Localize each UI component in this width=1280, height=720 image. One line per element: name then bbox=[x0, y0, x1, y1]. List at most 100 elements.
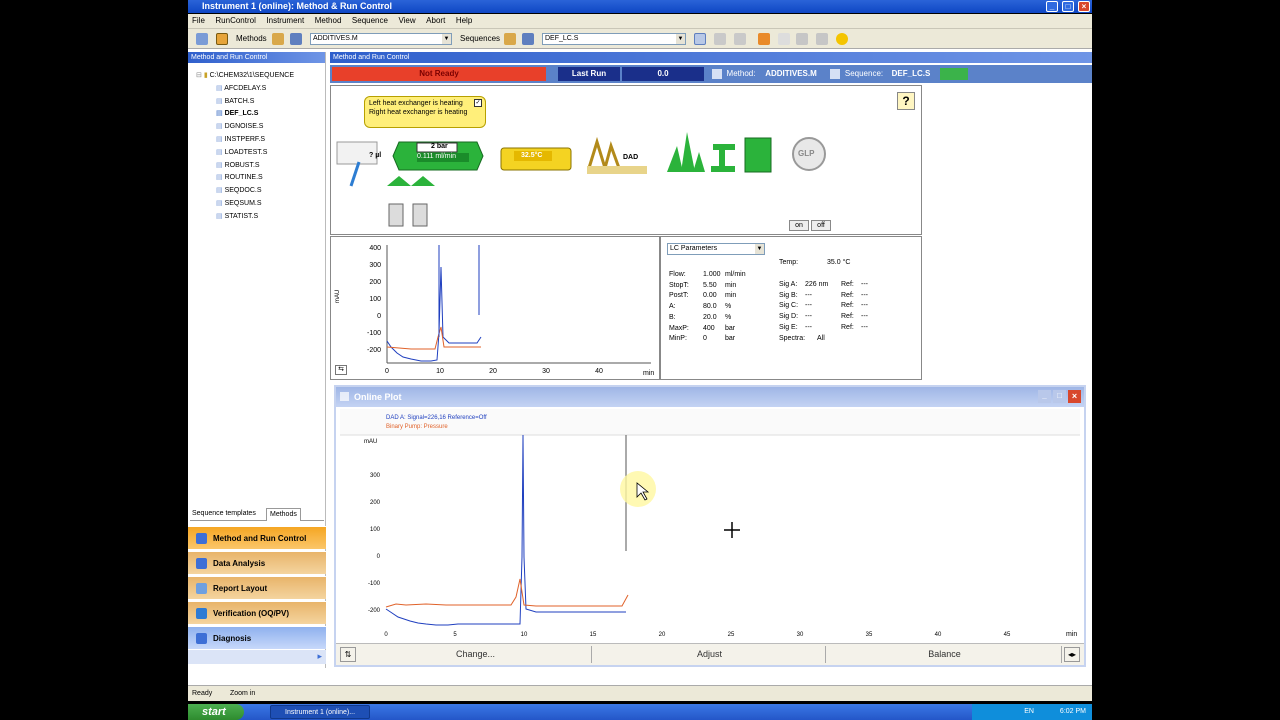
online-plot-svg: DAD A: Signal=226,16 Reference=Off Binar… bbox=[340, 409, 1080, 638]
chevron-down-icon[interactable]: ▼ bbox=[676, 34, 685, 44]
methods-label: Methods bbox=[236, 34, 267, 43]
tree-item[interactable]: ▤ SEQDOC.S bbox=[196, 185, 294, 198]
tree-item[interactable]: ▤ AFCDELAY.S bbox=[196, 83, 294, 96]
chevron-right-icon[interactable]: ▸ bbox=[317, 651, 322, 662]
online-x-tick-label: 25 bbox=[728, 632, 735, 638]
tree-item[interactable]: ▤ BATCH.S bbox=[196, 96, 294, 109]
close-button[interactable]: × bbox=[1068, 390, 1081, 403]
tab-sequence-templates[interactable]: Sequence templates bbox=[192, 510, 256, 517]
menu-method[interactable]: Method bbox=[311, 14, 346, 27]
parameters-select-value: LC Parameters bbox=[670, 245, 718, 252]
lightbulb-icon[interactable] bbox=[836, 33, 848, 45]
maximize-button[interactable]: □ bbox=[1053, 390, 1066, 403]
mini-pressure-trace bbox=[386, 326, 481, 350]
panel-tabs: Sequence templates Methods bbox=[190, 508, 324, 521]
nav-report-layout[interactable]: Report Layout bbox=[188, 576, 326, 599]
file-icon: ▤ bbox=[216, 174, 223, 182]
nav-diagnosis[interactable]: Diagnosis bbox=[188, 626, 326, 649]
tree-root[interactable]: ⊟ ▮ C:\CHEM32\1\SEQUENCE bbox=[196, 70, 294, 83]
tree-item[interactable]: ▤ SEQSUM.S bbox=[196, 198, 294, 211]
balance-button[interactable]: Balance bbox=[828, 646, 1062, 663]
change-button[interactable]: Change... bbox=[360, 646, 592, 663]
tree-item-selected[interactable]: ▤ DEF_LC.S bbox=[196, 108, 294, 121]
tree-item[interactable]: ▤ DGNOISE.S bbox=[196, 121, 294, 134]
tree-item[interactable]: ▤ INSTPERF.S bbox=[196, 134, 294, 147]
tree-item[interactable]: ▤ LOADTEST.S bbox=[196, 147, 294, 160]
method-view-icon[interactable] bbox=[216, 33, 228, 45]
load-sequence-icon[interactable] bbox=[504, 33, 516, 45]
tree-item[interactable]: ▤ ROUTINE.S bbox=[196, 172, 294, 185]
mini-y-tick-label: 300 bbox=[369, 262, 381, 269]
file-icon: ▤ bbox=[216, 199, 223, 207]
signal-ref-value: --- bbox=[861, 302, 868, 310]
on-button[interactable]: on bbox=[789, 220, 809, 231]
save-method-icon[interactable] bbox=[290, 33, 302, 45]
save-sequence-icon[interactable] bbox=[522, 33, 534, 45]
edit-icon[interactable] bbox=[816, 33, 828, 45]
resize-icon[interactable]: ◂▸ bbox=[1064, 647, 1080, 662]
menu-file[interactable]: File bbox=[188, 14, 209, 27]
adjust-button[interactable]: Adjust bbox=[594, 646, 826, 663]
last-run-label: Last Run bbox=[558, 67, 620, 81]
taskbar-item[interactable]: Instrument 1 (online)... bbox=[270, 705, 370, 719]
chevron-down-icon[interactable]: ▼ bbox=[755, 244, 764, 254]
nav-method-run-control[interactable]: Method and Run Control bbox=[188, 526, 326, 549]
online-x-tick-label: 40 bbox=[935, 632, 942, 638]
scroll-toggle-icon[interactable]: ⇅ bbox=[340, 647, 356, 662]
menu-runcontrol[interactable]: RunControl bbox=[211, 14, 259, 27]
menu-instrument[interactable]: Instrument bbox=[262, 14, 308, 27]
online-x-tick-label: 35 bbox=[866, 632, 873, 638]
minimize-button[interactable]: _ bbox=[1046, 1, 1058, 12]
tree-item[interactable]: ▤ ROBUST.S bbox=[196, 160, 294, 173]
menu-help[interactable]: Help bbox=[452, 14, 476, 27]
nav-label: Report Layout bbox=[213, 584, 268, 593]
tree-item[interactable]: ▤ STATIST.S bbox=[196, 211, 294, 224]
menu-view[interactable]: View bbox=[394, 14, 419, 27]
online-x-tick-label: 20 bbox=[659, 632, 666, 638]
nav-verification[interactable]: Verification (OQ/PV) bbox=[188, 601, 326, 624]
parameters-select[interactable]: LC Parameters ▼ bbox=[667, 243, 765, 255]
legend-pressure: Binary Pump: Pressure bbox=[386, 424, 448, 430]
mini-chromatogram: mAU 400 300 200 100 0 -100 -200 0 10 20 30 40 min … bbox=[330, 236, 660, 380]
file-icon: ▤ bbox=[216, 97, 223, 105]
expand-icon[interactable]: ⇆ bbox=[335, 365, 347, 375]
print-icon[interactable] bbox=[796, 33, 808, 45]
run-icon[interactable] bbox=[758, 33, 770, 45]
menu-sequence[interactable]: Sequence bbox=[348, 14, 392, 27]
view-icon[interactable] bbox=[196, 33, 208, 45]
mini-y-tick-label: 200 bbox=[369, 279, 381, 286]
chevron-down-icon[interactable]: ▼ bbox=[442, 34, 451, 44]
nav-data-analysis[interactable]: Data Analysis bbox=[188, 551, 326, 574]
param-name: PostT: bbox=[669, 292, 689, 300]
mini-xunit: min bbox=[643, 370, 654, 377]
param-unit: ml/min bbox=[725, 271, 746, 278]
language-indicator[interactable]: EN bbox=[1024, 708, 1034, 715]
file-icon: ▤ bbox=[216, 84, 223, 92]
grid-icon[interactable] bbox=[734, 33, 746, 45]
signal-ref-label: Ref: bbox=[841, 281, 854, 288]
mini-y-ticks: 400 300 200 100 0 -100 -200 bbox=[367, 245, 381, 354]
start-button[interactable]: start bbox=[188, 704, 244, 720]
tree-item-label: ROBUST.S bbox=[224, 161, 260, 169]
close-button[interactable]: × bbox=[1078, 1, 1090, 12]
off-button[interactable]: off bbox=[811, 220, 831, 231]
layout-icon[interactable] bbox=[694, 33, 706, 45]
sequence-select[interactable]: DEF_LC.S ▼ bbox=[542, 33, 686, 45]
minimize-button[interactable]: _ bbox=[1038, 390, 1051, 403]
load-method-icon[interactable] bbox=[272, 33, 284, 45]
sampling-icon[interactable] bbox=[714, 33, 726, 45]
signal-ref-label: Ref: bbox=[841, 291, 854, 299]
signal-ref-value: --- bbox=[861, 291, 868, 299]
folder-icon: ▮ bbox=[203, 72, 208, 79]
online-x-tick-label: 5 bbox=[453, 632, 457, 638]
method-select[interactable]: ADDITIVES.M ▼ bbox=[310, 33, 452, 45]
tree-item-label: STATIST.S bbox=[224, 212, 259, 220]
pressure-trace bbox=[385, 578, 629, 608]
maximize-button[interactable]: □ bbox=[1062, 1, 1074, 12]
verification-icon bbox=[196, 608, 207, 619]
checkbox-icon[interactable]: ✓ bbox=[474, 99, 482, 107]
window-title: Instrument 1 (online): Method & Run Cont… bbox=[202, 1, 392, 11]
tab-methods[interactable]: Methods bbox=[266, 508, 301, 521]
document-icon[interactable] bbox=[778, 33, 790, 45]
menu-abort[interactable]: Abort bbox=[422, 14, 449, 27]
